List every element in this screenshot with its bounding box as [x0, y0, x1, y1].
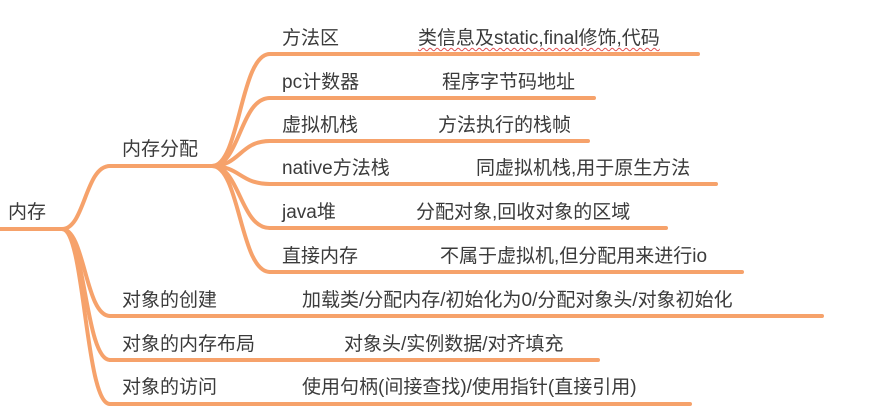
- node-direct-memory[interactable]: 直接内存: [282, 246, 358, 268]
- node-method-area[interactable]: 方法区: [282, 28, 339, 50]
- connector-method-area: [210, 52, 272, 168]
- note-native-stack: 同虚拟机栈,用于原生方法: [476, 158, 691, 179]
- note-direct-memory: 不属于虚拟机,但分配用来进行io: [440, 246, 708, 267]
- branch-object-creation[interactable]: 对象的创建: [122, 290, 217, 312]
- node-native-stack[interactable]: native方法栈: [282, 158, 390, 180]
- note-java-heap: 分配对象,回收对象的区域: [416, 202, 631, 223]
- note-object-creation: 加载类/分配内存/初始化为0/分配对象头/对象初始化: [302, 290, 733, 311]
- note-vm-stack: 方法执行的栈帧: [438, 115, 572, 136]
- note-method-area: 类信息及static,final修饰,代码: [418, 28, 660, 49]
- node-vm-stack[interactable]: 虚拟机栈: [282, 115, 358, 137]
- connector-root-object-access: [60, 227, 112, 406]
- branch-object-access[interactable]: 对象的访问: [122, 377, 217, 399]
- connector-root-object-layout: [60, 227, 112, 362]
- root-node-memory[interactable]: 内存: [8, 202, 46, 224]
- node-java-heap[interactable]: java堆: [282, 202, 336, 224]
- connector-root-memory-allocation: [60, 164, 112, 231]
- branch-object-layout[interactable]: 对象的内存布局: [122, 334, 255, 356]
- note-object-layout: 对象头/实例数据/对齐填充: [344, 334, 564, 355]
- note-pc-counter: 程序字节码地址: [442, 72, 576, 93]
- node-pc-counter[interactable]: pc计数器: [282, 72, 359, 94]
- branch-memory-allocation[interactable]: 内存分配: [122, 139, 198, 161]
- note-object-access: 使用句柄(间接查找)/使用指针(直接引用): [302, 377, 637, 398]
